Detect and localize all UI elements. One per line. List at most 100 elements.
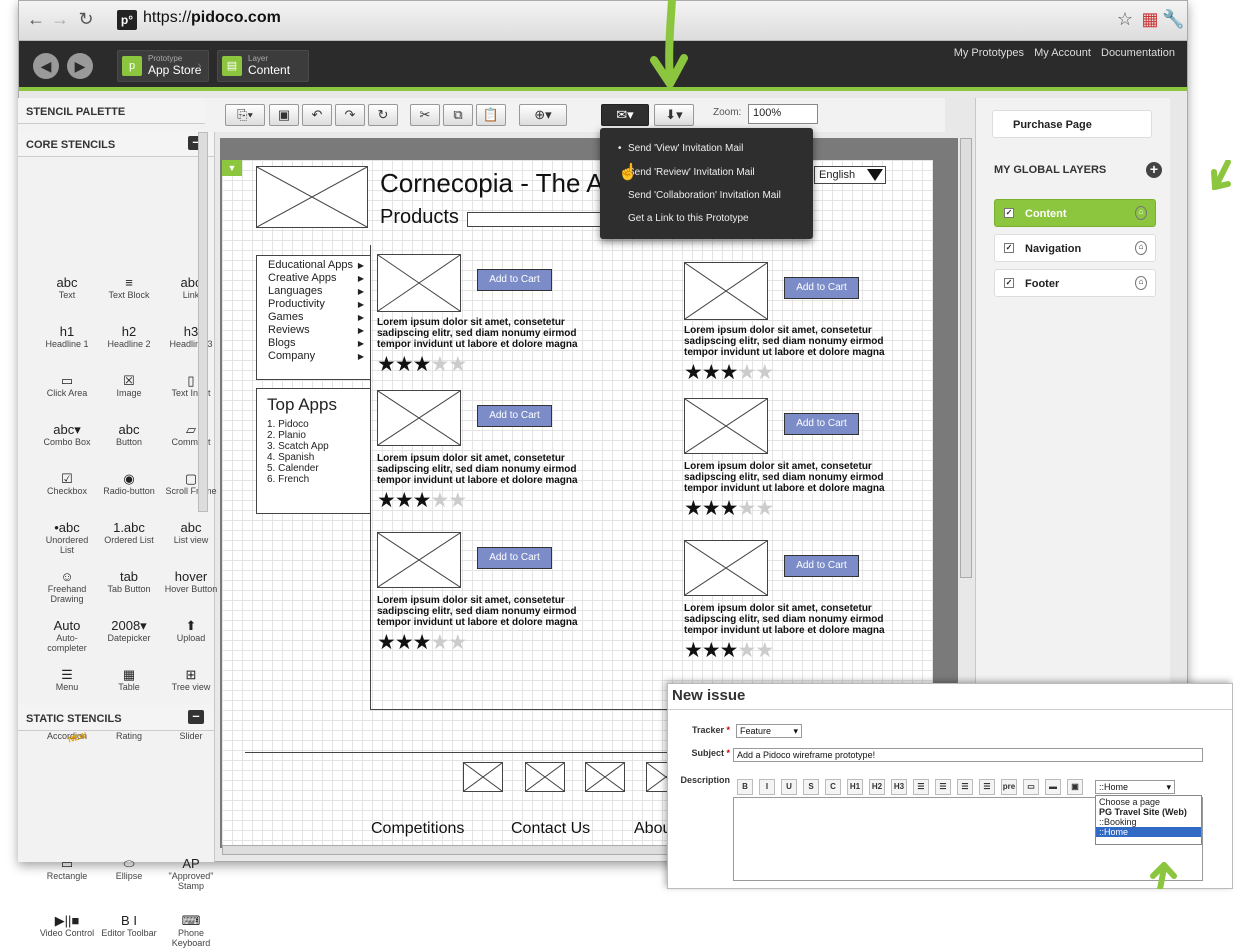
stencil-comment[interactable]: ▱ Comment xyxy=(162,411,220,447)
copy-icon[interactable]: ⧉ xyxy=(443,104,473,126)
layer-checkbox[interactable]: ✓ xyxy=(1004,243,1014,253)
back-arrow-icon[interactable]: ← xyxy=(25,9,47,30)
menu-item-collaboration-mail[interactable]: Send 'Collaboration' Invitation Mail xyxy=(628,190,781,201)
stencil-tab-button[interactable]: tab Tab Button xyxy=(100,558,158,594)
top-app-item[interactable]: 4. Spanish xyxy=(267,452,370,463)
palette-scrollbar[interactable] xyxy=(198,132,208,512)
editor-button-12[interactable]: pre xyxy=(1001,779,1017,795)
stencil-approved-stamp[interactable]: AP "Approved" Stamp xyxy=(162,845,220,891)
save-icon[interactable]: ▣ xyxy=(269,104,299,126)
category-item[interactable]: Games xyxy=(268,311,370,324)
zoom-select[interactable]: 100% xyxy=(748,104,818,124)
editor-button-3[interactable]: S xyxy=(803,779,819,795)
my-prototypes-link[interactable]: My Prototypes xyxy=(954,47,1024,59)
mail-menu-button[interactable]: ✉▾ xyxy=(601,104,649,126)
add-to-cart-button[interactable]: Add to Cart xyxy=(477,405,552,427)
editor-button-2[interactable]: U xyxy=(781,779,797,795)
layer-navigation[interactable]: ✓ Navigation ⌂ xyxy=(994,234,1156,262)
stencil-hover-button[interactable]: hover Hover Button xyxy=(162,558,220,594)
undo-icon[interactable]: ↶ xyxy=(302,104,332,126)
breadcrumb-prototype[interactable]: p Prototype App Store xyxy=(117,50,209,82)
footer-link-about[interactable]: Abou xyxy=(634,820,671,838)
breadcrumb-layer[interactable]: ▤ Layer Content xyxy=(217,50,309,82)
stencil-tree-view[interactable]: ⊞ Tree view xyxy=(162,656,220,692)
add-to-cart-button[interactable]: Add to Cart xyxy=(477,269,552,291)
add-to-cart-button[interactable]: Add to Cart xyxy=(477,547,552,569)
stencil-auto-completer[interactable]: Auto Auto-completer xyxy=(38,607,96,653)
add-layer-icon[interactable]: + xyxy=(1146,162,1162,178)
forward-button[interactable]: ▶ xyxy=(67,53,93,79)
layer-marker-icon[interactable]: ▼ xyxy=(222,160,242,176)
top-app-item[interactable]: 1. Pidoco xyxy=(267,419,370,430)
stencil-text-input[interactable]: ▯ Text Input xyxy=(162,362,220,398)
editor-button-15[interactable]: ▣ xyxy=(1067,779,1083,795)
share-menu-button[interactable]: ⊕▾ xyxy=(519,104,567,126)
vertical-scrollbar[interactable] xyxy=(960,138,972,578)
back-button[interactable]: ◀ xyxy=(33,53,59,79)
stencil-image[interactable]: ☒ Image xyxy=(100,362,158,398)
stencil-text-block[interactable]: ≡ Text Block xyxy=(100,264,158,300)
stencil-rectangle[interactable]: ▭ Rectangle xyxy=(38,845,96,881)
page-option[interactable]: Choose a page xyxy=(1099,797,1198,807)
stencil-combo-box[interactable]: abc▾ Combo Box xyxy=(38,411,96,447)
footer-link-competitions[interactable]: Competitions xyxy=(371,820,464,838)
address-field[interactable]: https://pidoco.com xyxy=(143,9,281,27)
footer-link-contact[interactable]: Contact Us xyxy=(511,820,590,838)
stencil-ellipse[interactable]: ⬭ Ellipse xyxy=(100,845,158,881)
editor-button-6[interactable]: H2 xyxy=(869,779,885,795)
stencil-phone-keyboard[interactable]: ⌨ Phone Keyboard xyxy=(162,902,220,948)
collapse-icon[interactable]: – xyxy=(188,709,204,724)
add-to-cart-button[interactable]: Add to Cart xyxy=(784,413,859,435)
stencil-upload[interactable]: ⬆ Upload xyxy=(162,607,220,643)
stencil-checkbox[interactable]: ☑ Checkbox xyxy=(38,460,96,496)
category-item[interactable]: Productivity xyxy=(268,298,370,311)
editor-button-13[interactable]: ▭ xyxy=(1023,779,1039,795)
menu-item-get-link[interactable]: Get a Link to this Prototype xyxy=(628,213,749,224)
editor-button-0[interactable]: B xyxy=(737,779,753,795)
stencil-headline-2[interactable]: h2 Headline 2 xyxy=(100,313,158,349)
top-app-item[interactable]: 6. French xyxy=(267,474,370,485)
trash-icon[interactable]: ⌂ xyxy=(1135,241,1147,255)
stencil-scroll-frame[interactable]: ▢ Scroll Frame xyxy=(162,460,220,496)
refresh-icon[interactable]: ↻ xyxy=(368,104,398,126)
editor-button-4[interactable]: C xyxy=(825,779,841,795)
language-select[interactable]: English xyxy=(814,166,886,184)
subject-input[interactable]: Add a Pidoco wireframe prototype! xyxy=(733,748,1203,762)
trash-icon[interactable]: ⌂ xyxy=(1135,276,1147,290)
reload-icon[interactable]: ↻ xyxy=(75,9,97,30)
stencil-ordered-list[interactable]: 1.abc Ordered List xyxy=(100,509,158,545)
wrench-icon[interactable]: 🔧 xyxy=(1162,9,1184,30)
page-option-selected[interactable]: ::Home xyxy=(1096,827,1201,837)
category-item[interactable]: Blogs xyxy=(268,337,370,350)
core-stencils-header[interactable]: CORE STENCILS – xyxy=(18,131,214,157)
menu-item-review-mail[interactable]: Send 'Review' Invitation Mail xyxy=(628,167,755,178)
page-select[interactable]: ::Home ▾ xyxy=(1095,780,1175,794)
stencil-radio-button[interactable]: ◉ Radio-button xyxy=(100,460,158,496)
editor-button-10[interactable]: ☰ xyxy=(957,779,973,795)
stencil-headline-1[interactable]: h1 Headline 1 xyxy=(38,313,96,349)
top-app-item[interactable]: 3. Scatch App xyxy=(267,441,370,452)
stencil-unordered-list[interactable]: •abc Unordered List xyxy=(38,509,96,555)
stencil-click-area[interactable]: ▭ Click Area xyxy=(38,362,96,398)
category-item[interactable]: Reviews xyxy=(268,324,370,337)
editor-button-7[interactable]: H3 xyxy=(891,779,907,795)
export-menu-button[interactable]: ⬇▾ xyxy=(654,104,694,126)
stencil-editor-toolbar[interactable]: B I Editor Toolbar xyxy=(100,902,158,938)
stencil-freehand-drawing[interactable]: ☺ Freehand Drawing xyxy=(38,558,96,604)
stencil-link[interactable]: abc Link xyxy=(162,264,220,300)
static-stencils-header[interactable]: STATIC STENCILS – xyxy=(18,705,214,731)
layer-footer[interactable]: ✓ Footer ⌂ xyxy=(994,269,1156,297)
extension-icon[interactable]: ▦ xyxy=(1139,9,1161,30)
stencil-menu[interactable]: ☰ Menu xyxy=(38,656,96,692)
top-app-item[interactable]: 2. Planio xyxy=(267,430,370,441)
top-app-item[interactable]: 5. Calender xyxy=(267,463,370,474)
stencil-text[interactable]: abc Text xyxy=(38,264,96,300)
products-search-input[interactable] xyxy=(467,212,607,227)
editor-button-9[interactable]: ☰ xyxy=(935,779,951,795)
star-icon[interactable]: ☆ xyxy=(1114,9,1136,30)
my-account-link[interactable]: My Account xyxy=(1034,47,1091,59)
layer-checkbox[interactable]: ✓ xyxy=(1004,278,1014,288)
trash-icon[interactable]: ⌂ xyxy=(1135,206,1147,220)
stencil-datepicker[interactable]: 2008▾ Datepicker xyxy=(100,607,158,643)
stencil-video-control[interactable]: ▶||■ Video Control xyxy=(38,902,96,938)
